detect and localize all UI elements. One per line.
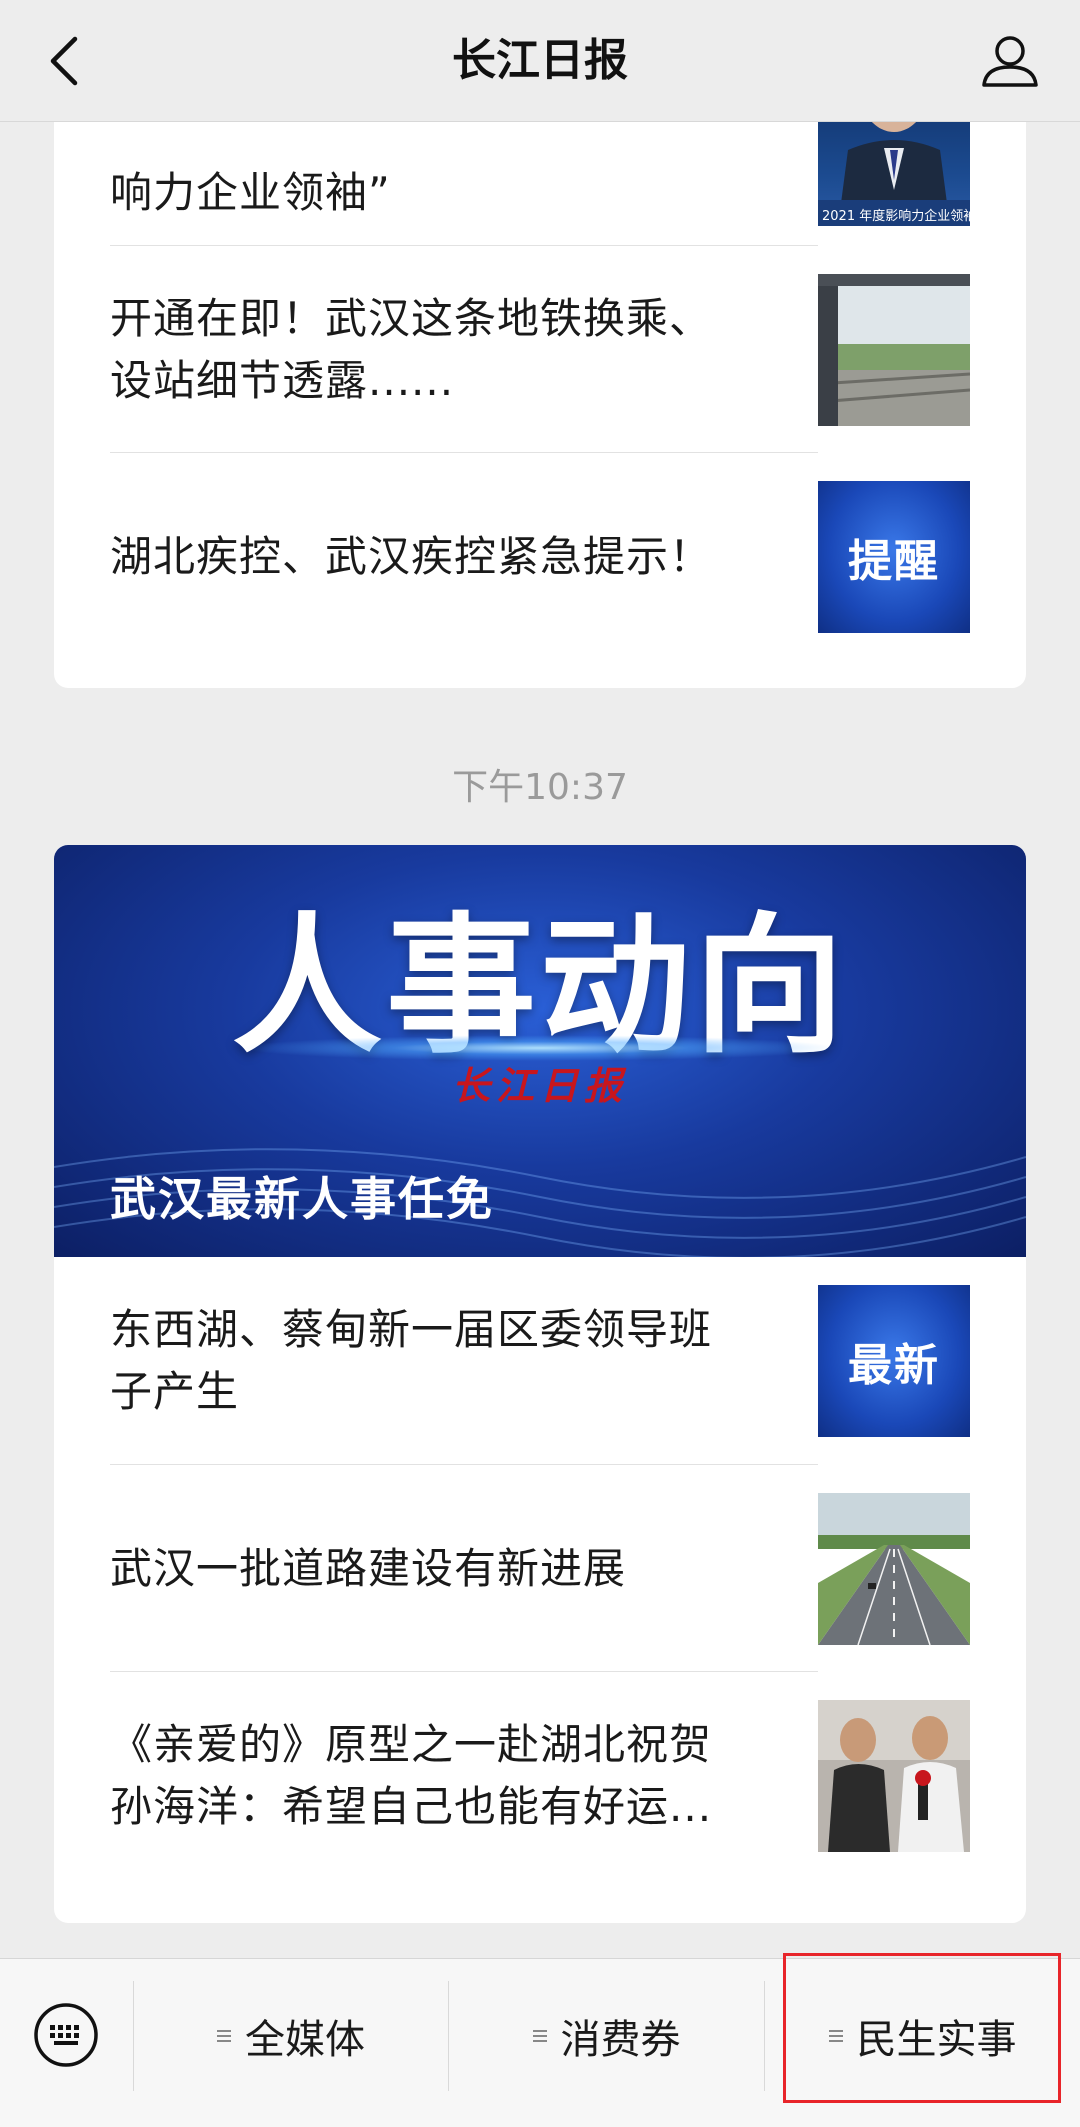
article-thumbnail: 最新 [818, 1285, 970, 1437]
menu-item-livelihood[interactable]: 民生实事 [765, 1981, 1080, 2091]
page-title: 长江日报 [452, 35, 628, 86]
article-title: 《亲爱的》原型之一赴湖北祝贺孙海洋：希望自己也能有好运... [110, 1719, 713, 1831]
hero-caption: 武汉最新人事任免 [110, 1172, 494, 1226]
list-item[interactable]: 《亲爱的》原型之一赴湖北祝贺孙海洋：希望自己也能有好运... [110, 1672, 970, 1879]
menu-item-coupons[interactable]: 消费券 [449, 1981, 764, 2091]
profile-button[interactable] [970, 24, 1050, 98]
article-title: 东西湖、蔡甸新一届区委领导班子产生 [110, 1305, 713, 1416]
article-title: 开通在即！武汉这条地铁换乘、设站细节透露...... [110, 293, 713, 405]
thumbnail-label: 提醒 [848, 535, 940, 587]
menu-item-all-media[interactable]: 全媒体 [134, 1981, 448, 2091]
back-button[interactable] [30, 24, 100, 98]
list-item[interactable]: 开通在即！武汉这条地铁换乘、设站细节透露...... [110, 246, 970, 453]
bottom-menu-bar: 全媒体 消费券 民生实事 [0, 1958, 1080, 2127]
list-item[interactable]: 湖北疾控、武汉疾控紧急提示！ 提醒 [110, 453, 970, 660]
message-timestamp: 下午10:37 [452, 767, 628, 808]
menu-item-label: 民生实事 [856, 2017, 1017, 2063]
chevron-left-icon [50, 36, 78, 86]
keyboard-icon [34, 2003, 98, 2067]
menu-lines-icon [828, 2027, 843, 2045]
newspaper-logo: 长江日报 [451, 1063, 628, 1108]
list-item[interactable]: 东西湖、蔡甸新一届区委领导班子产生 最新 [110, 1257, 970, 1465]
thumbnail-label: 最新 [848, 1340, 940, 1391]
article-card-2: 人事动向 长江日报 武汉最新人事任免 东西湖、蔡甸新一届区委领导班子产生 最新 … [54, 845, 1026, 1923]
menu-item-label: 全媒体 [245, 2017, 365, 2063]
menu-item-label: 消费券 [560, 2017, 681, 2063]
list-item[interactable]: 武汉一批道路建设有新进展 [110, 1465, 970, 1672]
article-title: 湖北疾控、武汉疾控紧急提示！ [110, 531, 713, 581]
article-thumbnail [818, 1699, 970, 1852]
person-icon [982, 36, 1038, 87]
menu-lines-icon [532, 2027, 547, 2045]
article-thumbnail: 提醒 [818, 480, 970, 633]
article-thumbnail [818, 1492, 970, 1645]
menu-lines-icon [217, 2027, 231, 2045]
top-navigation-bar: 长江日报 [0, 0, 1080, 122]
article-thumbnail [818, 273, 970, 426]
hero-banner[interactable]: 人事动向 长江日报 武汉最新人事任免 [54, 845, 1026, 1257]
article-title: 武汉一批道路建设有新进展 [110, 1543, 627, 1593]
message-list[interactable]: 响力企业领袖” 2021 年度影响力企业领袖 开通在即！武汉这条地铁换乘、设站细… [0, 0, 1080, 1958]
keyboard-toggle-button[interactable] [26, 1995, 106, 2075]
thumbnail-caption: 2021 年度影响力企业领袖 [822, 209, 970, 224]
